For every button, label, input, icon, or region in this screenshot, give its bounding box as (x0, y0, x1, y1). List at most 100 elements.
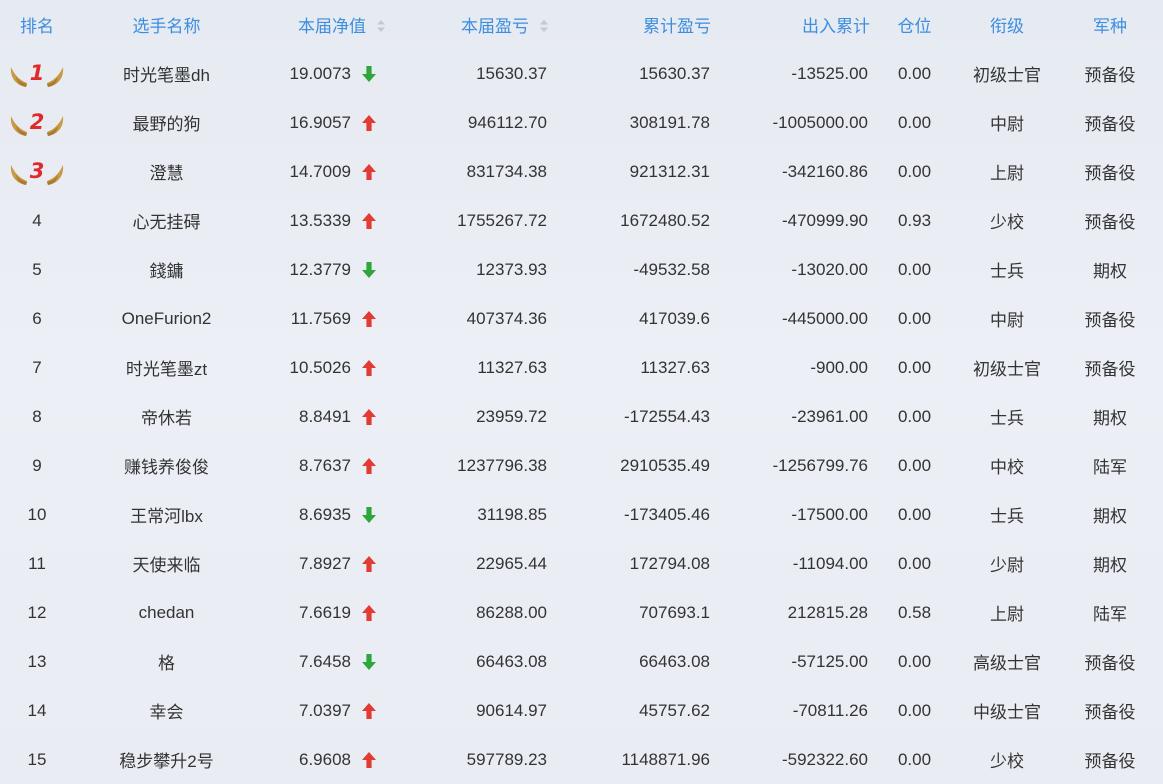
table-row[interactable]: 6 OneFurion2 11.7569 407374.36 417039.6 -4450… (0, 294, 1163, 343)
column-header-name[interactable]: 选手名称 (74, 0, 259, 49)
table-row[interactable]: 15 稳步攀升2号 6.9608 597789.23 1148871.96 -592322… (0, 735, 1163, 784)
player-name[interactable]: 格 (74, 637, 259, 686)
column-header-total-profit[interactable]: 累计盈亏 (549, 0, 713, 49)
table-row[interactable]: 2 最野的狗 16.9057 946112.70 308191.78 -1005000.0… (0, 98, 1163, 147)
player-name[interactable]: chedan (74, 588, 259, 637)
arrow-down-icon (362, 653, 376, 670)
rank-cell: 10 (0, 490, 74, 539)
table-row[interactable]: 14 幸会 7.0397 90614.97 45757.62 -70811.26 0.00 中… (0, 686, 1163, 735)
arrow-up-icon (362, 555, 376, 572)
flow-cell: -1256799.76 (772, 455, 868, 475)
column-header-branch[interactable]: 军种 (1057, 0, 1163, 49)
arrow-up-icon (362, 114, 376, 131)
rank-title-cell: 少校 (990, 213, 1024, 232)
column-header-title[interactable]: 衔级 (957, 0, 1057, 49)
table-row[interactable]: 4 心无挂碍 13.5339 1755267.72 1672480.52 -470999.… (0, 196, 1163, 245)
rank-cell: 5 (0, 245, 74, 294)
rank-cell: 4 (0, 196, 74, 245)
column-header-profit[interactable]: 本届盈亏 (404, 0, 549, 49)
player-name[interactable]: 稳步攀升2号 (74, 735, 259, 784)
branch-cell: 预备役 (1084, 703, 1136, 722)
arrow-down-icon (362, 261, 376, 278)
nav-value: 19.0073 (289, 63, 351, 83)
player-name[interactable]: 帝休若 (74, 392, 259, 441)
player-name[interactable]: 心无挂碍 (74, 196, 259, 245)
table-row[interactable]: 10 王常河lbx 8.6935 31198.85 -173405.46 -17500.0… (0, 490, 1163, 539)
player-name[interactable]: 錢鏞 (74, 245, 259, 294)
total-profit-cell: 11327.63 (640, 357, 710, 377)
table-row[interactable]: 13 格 7.6458 66463.08 66463.08 -57125.00 0.00 高级… (0, 637, 1163, 686)
rank-cell: 1 (0, 49, 74, 98)
position-cell: 0.00 (897, 504, 932, 524)
position-cell: 0.00 (897, 259, 932, 279)
total-profit-cell: 417039.6 (639, 308, 710, 328)
rank-number: 11 (28, 553, 46, 573)
nav-cell: 14.7009 (259, 147, 404, 196)
table-row[interactable]: 7 时光笔墨zt 10.5026 11327.63 11327.63 -900.00 0.0… (0, 343, 1163, 392)
player-name[interactable]: 赚钱养俊俊 (74, 441, 259, 490)
profit-cell: 15630.37 (476, 63, 547, 83)
player-name[interactable]: 澄慧 (74, 147, 259, 196)
table-header: 排名 选手名称 本届净值 本届盈亏 累计盈亏 出入累计 仓位 衔级 军种 (0, 0, 1163, 49)
rank-title-cell: 士兵 (990, 409, 1024, 428)
total-profit-cell: 45757.62 (639, 700, 710, 720)
nav-cell: 8.7637 (259, 441, 404, 490)
branch-cell: 期权 (1093, 409, 1127, 428)
player-name[interactable]: 天使来临 (74, 539, 259, 588)
nav-value: 7.8927 (299, 553, 351, 573)
nav-cell: 16.9057 (259, 98, 404, 147)
position-cell: 0.00 (897, 161, 932, 181)
rank-cell: 7 (0, 343, 74, 392)
flow-cell: -1005000.00 (772, 112, 868, 132)
player-name[interactable]: 时光笔墨dh (74, 49, 259, 98)
table-row[interactable]: 3 澄慧 14.7009 831734.38 921312.31 -342160.86 0.… (0, 147, 1163, 196)
nav-cell-content: 6.9608 (259, 750, 404, 770)
branch-cell: 预备役 (1084, 311, 1136, 330)
flow-cell: -13525.00 (791, 63, 868, 83)
branch-cell: 预备役 (1084, 360, 1136, 379)
table-row[interactable]: 12 chedan 7.6619 86288.00 707693.1 212815.28 0… (0, 588, 1163, 637)
branch-cell: 预备役 (1084, 66, 1136, 85)
profit-cell: 23959.72 (476, 406, 547, 426)
total-profit-cell: 1148871.96 (621, 749, 710, 769)
rank-cell: 9 (0, 441, 74, 490)
arrow-up-icon (362, 408, 376, 425)
nav-value: 8.7637 (299, 455, 351, 475)
profit-cell: 86288.00 (476, 602, 547, 622)
rank-title-cell: 士兵 (990, 507, 1024, 526)
table-row[interactable]: 8 帝休若 8.8491 23959.72 -172554.43 -23961.00 0.0… (0, 392, 1163, 441)
column-header-profit-label: 本届盈亏 (461, 17, 529, 36)
medal-rank-number: 2 (30, 110, 45, 134)
table-row[interactable]: 11 天使来临 7.8927 22965.44 172794.08 -11094.00 0.… (0, 539, 1163, 588)
rank-cell: 3 (0, 147, 74, 196)
table-row[interactable]: 1 时光笔墨dh 19.0073 15630.37 15630.37 -13525.00 0… (0, 49, 1163, 98)
position-cell: 0.93 (897, 210, 932, 230)
profit-cell: 1237796.38 (457, 455, 547, 475)
table-row[interactable]: 9 赚钱养俊俊 8.7637 1237796.38 2910535.49 -1256799… (0, 441, 1163, 490)
flow-cell: -57125.00 (791, 651, 868, 671)
rank-cell: 8 (0, 392, 74, 441)
profit-cell: 597789.23 (466, 749, 547, 769)
sort-icon[interactable] (376, 19, 386, 33)
column-header-rank[interactable]: 排名 (0, 0, 74, 49)
rank-number: 5 (32, 259, 42, 279)
player-name[interactable]: 时光笔墨zt (74, 343, 259, 392)
total-profit-cell: 66463.08 (639, 651, 710, 671)
table-row[interactable]: 5 錢鏞 12.3779 12373.93 -49532.58 -13020.00 0.00… (0, 245, 1163, 294)
rank-cell: 15 (0, 735, 74, 784)
player-name[interactable]: 最野的狗 (74, 98, 259, 147)
total-profit-cell: 2910535.49 (620, 455, 710, 475)
player-name[interactable]: 幸会 (74, 686, 259, 735)
column-header-position[interactable]: 仓位 (872, 0, 957, 49)
rank-number: 8 (32, 406, 42, 426)
column-header-nav[interactable]: 本届净值 (259, 0, 404, 49)
sort-icon[interactable] (539, 19, 549, 33)
branch-cell: 预备役 (1084, 654, 1136, 673)
column-header-flow[interactable]: 出入累计 (713, 0, 872, 49)
rank-cell: 12 (0, 588, 74, 637)
position-cell: 0.00 (897, 63, 932, 83)
nav-cell: 8.6935 (259, 490, 404, 539)
rank-number: 15 (27, 749, 47, 769)
player-name[interactable]: 王常河lbx (74, 490, 259, 539)
player-name[interactable]: OneFurion2 (74, 294, 259, 343)
